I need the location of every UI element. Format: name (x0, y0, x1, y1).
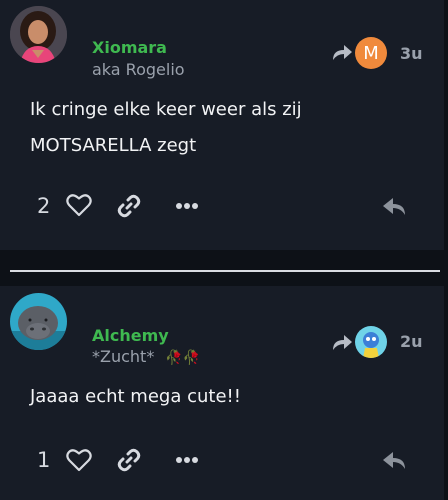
avatar[interactable] (10, 293, 67, 350)
user-subtitle-text: *Zucht* (92, 347, 155, 366)
reshare-icon[interactable] (331, 42, 353, 62)
like-count: 2 (37, 194, 51, 218)
post-body-line: Jaaaa echt mega cute!! (30, 386, 241, 407)
reply-icon[interactable] (381, 195, 407, 217)
user-subtitle: *Zucht* 🥀🥀 (92, 347, 200, 366)
link-icon[interactable] (117, 448, 141, 472)
reshare-avatar-letter: M (363, 42, 379, 64)
username[interactable]: Xiomara (92, 38, 167, 57)
post-time[interactable]: 2u (400, 332, 423, 351)
reshare-avatar[interactable]: M (355, 37, 387, 69)
post-time[interactable]: 3u (400, 44, 423, 63)
heart-icon[interactable] (66, 193, 92, 217)
username[interactable]: Alchemy (92, 326, 169, 345)
post-card: Alchemy *Zucht* 🥀🥀 2u Jaaaa echt mega cu… (0, 286, 444, 500)
heart-icon[interactable] (66, 448, 92, 472)
post-body-line: Ik cringe elke keer weer als zij (30, 99, 302, 120)
reshare-avatar[interactable] (355, 326, 387, 358)
post-body: Jaaaa echt mega cute!! (30, 379, 241, 415)
post-body: Ik cringe elke keer weer als zij MOTSARE… (30, 92, 302, 164)
avatar[interactable] (10, 6, 67, 63)
rose-emoji: 🥀🥀 (165, 350, 201, 366)
like-count: 1 (37, 448, 51, 472)
user-subtitle: aka Rogelio (92, 60, 185, 79)
post-card: Xiomara aka Rogelio M 3u Ik cringe elke … (0, 0, 444, 250)
thread-divider (10, 270, 440, 272)
more-icon[interactable] (175, 456, 199, 464)
reshare-icon[interactable] (331, 332, 353, 352)
more-icon[interactable] (175, 202, 199, 210)
link-icon[interactable] (117, 194, 141, 218)
reply-icon[interactable] (381, 449, 407, 471)
post-body-line: MOTSARELLA zegt (30, 135, 197, 156)
